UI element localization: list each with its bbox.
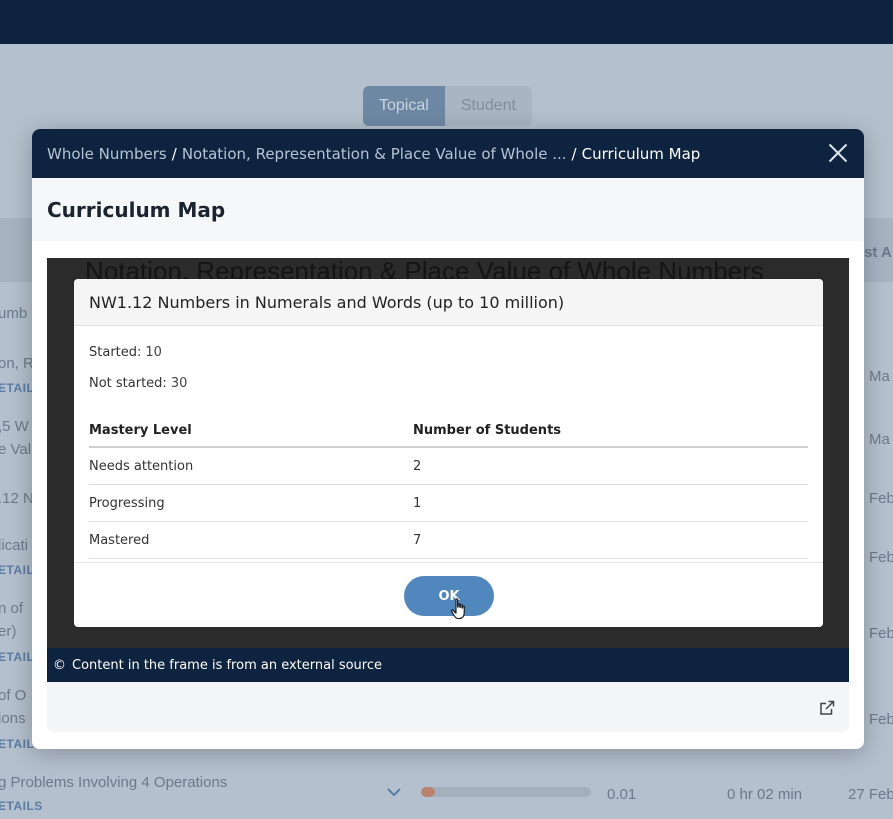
breadcrumb-item-current: Curriculum Map bbox=[581, 144, 701, 163]
row-date: 27 Feb bbox=[848, 786, 893, 803]
view-toggle: Topical Student bbox=[363, 86, 532, 126]
column-header-left: umb bbox=[0, 305, 28, 322]
copyright-symbol: © bbox=[53, 657, 66, 673]
row-time: 0 hr 02 min bbox=[727, 786, 803, 803]
modal-footer-bar bbox=[47, 682, 849, 732]
header-mastery-level: Mastery Level bbox=[89, 423, 192, 438]
student-count-cell: 2 bbox=[413, 458, 422, 474]
hand-cursor-icon bbox=[450, 598, 465, 620]
row-title: g Problems Involving 4 Operations bbox=[0, 774, 228, 791]
not-started-stat: Not started: 30 bbox=[89, 376, 187, 391]
row-score: 0.01 bbox=[607, 786, 637, 803]
table-row: Needs attention 2 bbox=[89, 448, 808, 485]
started-label: Started: bbox=[89, 345, 142, 360]
started-value: 10 bbox=[145, 345, 162, 360]
breadcrumb: Whole Numbers / Notation, Representation… bbox=[47, 145, 700, 163]
ok-button[interactable]: OK bbox=[404, 576, 494, 616]
mastery-table: Mastery Level Number of Students Needs a… bbox=[89, 415, 808, 559]
mastery-level-cell: Progressing bbox=[89, 495, 165, 511]
modal-header: Whole Numbers / Notation, Representation… bbox=[32, 129, 864, 178]
row-title: ,5 W bbox=[0, 418, 29, 435]
external-source-notice: © Content in the frame is from an extern… bbox=[47, 648, 849, 682]
modal-title-bar: Curriculum Map bbox=[32, 178, 864, 241]
toggle-topical[interactable]: Topical bbox=[363, 86, 445, 126]
breadcrumb-separator: / bbox=[171, 144, 177, 163]
row-date: Feb bbox=[869, 711, 893, 728]
row-date: Ma bbox=[869, 431, 890, 448]
row-title-line2: e Val bbox=[0, 441, 32, 458]
row-date: Feb bbox=[869, 625, 893, 642]
details-link[interactable]: ETAILS bbox=[0, 799, 43, 813]
row-title: of O bbox=[0, 687, 27, 704]
breadcrumb-item-whole-numbers[interactable]: Whole Numbers bbox=[47, 145, 167, 163]
progress-fill bbox=[421, 787, 435, 797]
external-link-icon[interactable] bbox=[819, 700, 835, 716]
top-navigation-bar bbox=[0, 0, 893, 44]
row-title: .12 N bbox=[0, 490, 34, 507]
row-title: licati bbox=[0, 537, 29, 554]
header-number-of-students: Number of Students bbox=[413, 423, 562, 438]
table-row: Mastered 7 bbox=[89, 522, 808, 559]
modal-title: Curriculum Map bbox=[47, 197, 226, 222]
row-date: Feb bbox=[869, 549, 893, 566]
not-started-value: 30 bbox=[170, 376, 188, 391]
toggle-student[interactable]: Student bbox=[445, 86, 532, 126]
row-date: Feb bbox=[869, 490, 893, 507]
modal-body: Notation, Representation & Place Value o… bbox=[32, 241, 864, 749]
row-title-line2: ions bbox=[0, 710, 26, 727]
breadcrumb-separator: / bbox=[571, 144, 577, 163]
mastery-level-cell: Needs attention bbox=[89, 458, 194, 474]
dialog-title: NW1.12 Numbers in Numerals and Words (up… bbox=[89, 292, 565, 312]
details-link[interactable]: ETAIL bbox=[0, 650, 34, 664]
row-title: on, R bbox=[0, 355, 34, 372]
table-header-row: Mastery Level Number of Students bbox=[89, 415, 808, 448]
dialog-header: NW1.12 Numbers in Numerals and Words (up… bbox=[74, 279, 823, 326]
not-started-label: Not started: bbox=[89, 376, 167, 391]
row-date: Ma bbox=[869, 368, 890, 385]
progress-bar bbox=[421, 787, 591, 797]
curriculum-map-modal: Whole Numbers / Notation, Representation… bbox=[32, 129, 864, 749]
mastery-level-cell: Mastered bbox=[89, 532, 150, 548]
details-link[interactable]: ETAIL bbox=[0, 737, 34, 751]
row-title: n of bbox=[0, 600, 24, 617]
external-source-text: Content in the frame is from an external… bbox=[72, 657, 383, 673]
close-icon[interactable] bbox=[828, 143, 848, 163]
skill-dialog: NW1.12 Numbers in Numerals and Words (up… bbox=[74, 279, 823, 627]
breadcrumb-item-notation[interactable]: Notation, Representation & Place Value o… bbox=[182, 145, 567, 163]
details-link[interactable]: ETAIL bbox=[0, 563, 34, 577]
dialog-divider bbox=[74, 562, 823, 563]
student-count-cell: 1 bbox=[413, 495, 422, 511]
table-row: Progressing 1 bbox=[89, 485, 808, 522]
student-count-cell: 7 bbox=[413, 532, 422, 548]
row-title-line2: er) bbox=[0, 623, 17, 640]
column-header-right: st A bbox=[864, 244, 892, 261]
started-stat: Started: 10 bbox=[89, 345, 162, 360]
details-link[interactable]: ETAIL bbox=[0, 381, 34, 395]
chevron-down-icon[interactable] bbox=[386, 784, 402, 800]
external-content-frame: Notation, Representation & Place Value o… bbox=[47, 258, 849, 648]
